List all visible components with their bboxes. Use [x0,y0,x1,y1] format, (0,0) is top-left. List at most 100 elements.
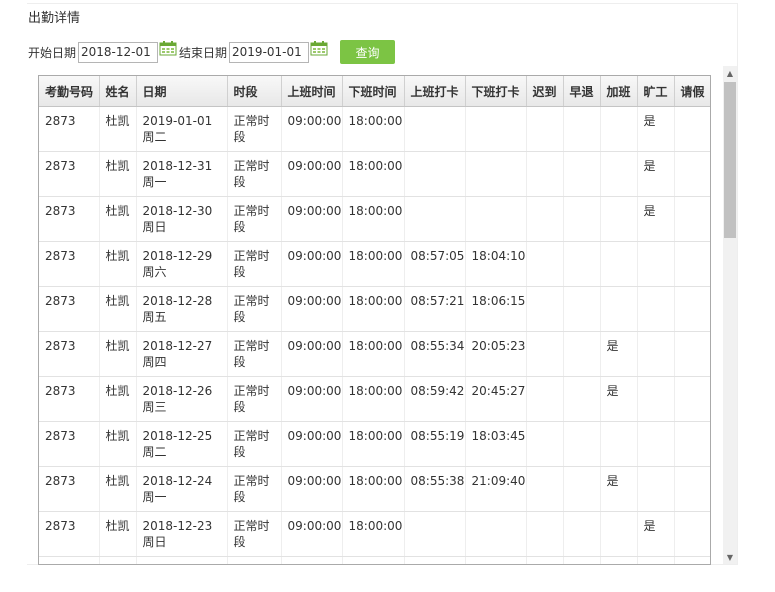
table-cell [404,511,466,557]
column-header: 上班打卡 [404,76,466,107]
column-header: 早退 [563,76,601,107]
table-cell [674,466,710,512]
table-row[interactable]: 2873 杜凯 2018-12-28 周五 正常时段 09:00:00 18:00:00 0… [39,286,710,332]
table-cell: 2873 [39,511,100,557]
scrollbar-thumb[interactable] [724,82,736,238]
table-cell [526,151,564,197]
table-cell: 2873 [39,196,100,242]
table-cell [526,331,564,377]
table-cell [526,376,564,422]
table-cell: 18:00:00 [342,196,405,242]
table-row[interactable]: 2873 杜凯 2018-12-27 周四 正常时段 09:00:00 18:00:00 0… [39,331,710,377]
table-cell: 18:00:00 [342,151,405,197]
table-row[interactable]: 2873 杜凯 2018-12-25 周二 正常时段 09:00:00 18:00:00 0… [39,421,710,467]
end-date-input[interactable] [229,41,310,63]
table-row[interactable]: 2873 杜凯 2018-12-31 周一 正常时段 09:00:00 18:00:00 是 [39,151,710,197]
table-cell: 2019-01-01 周二 [136,106,228,152]
table-cell: 是 [637,511,675,557]
scroll-down-arrow-icon[interactable]: ▼ [723,550,737,564]
table-cell [526,511,564,557]
table-cell: 正常时段 [227,331,282,377]
table-row[interactable]: 2873 杜凯 2018-12-23 周日 正常时段 09:00:00 18:00:00 是 [39,511,710,557]
table-cell [526,466,564,512]
table-header-row: 考勤号码 姓名 日期 时段 上班时间 下班时间 上班打卡 下班打卡 迟到 早退 加班 旷工 请假 [39,76,710,107]
table-cell: 08:57:05 [404,241,466,287]
table-cell: 08:55:19 [404,421,466,467]
table-cell [465,511,527,557]
calendar-icon[interactable] [159,40,177,56]
table-cell: 09:00:00 [404,556,466,564]
table-cell: 09:00:00 [281,511,343,557]
page-title: 出勤详情 [28,11,81,26]
table-cell: 2873 [39,331,100,377]
table-cell [600,241,638,287]
table-cell: 正常时段 [227,421,282,467]
table-cell [600,196,638,242]
table-cell: 是 [637,196,675,242]
table-cell [563,376,601,422]
table-cell: 2873 [39,241,100,287]
table-cell [674,286,710,332]
scroll-up-arrow-icon[interactable]: ▲ [723,66,737,80]
table-cell: 18:00:00 [342,421,405,467]
table-cell [600,421,638,467]
start-date-input[interactable] [78,41,159,63]
table-cell [600,106,638,152]
table-row[interactable]: 2873 杜凯 2018-12-29 周六 正常时段 09:00:00 18:00:00 0… [39,241,710,287]
attendance-table: 考勤号码 姓名 日期 时段 上班时间 下班时间 上班打卡 下班打卡 迟到 早退 加班 旷工 请假 287… [39,76,710,564]
table-cell [674,331,710,377]
table-cell [637,241,675,287]
column-header: 日期 [136,76,228,107]
table-cell [674,151,710,197]
table-cell [637,286,675,332]
table-row[interactable]: 2873 杜凯 2018-12-24 周一 正常时段 09:00:00 18:00:00 0… [39,466,710,512]
attendance-table-container: 考勤号码 姓名 日期 时段 上班时间 下班时间 上班打卡 下班打卡 迟到 早退 加班 旷工 请假 287… [38,75,711,565]
table-cell [563,286,601,332]
table-cell [526,421,564,467]
table-cell [674,511,710,557]
calendar-icon[interactable] [310,40,328,56]
query-button[interactable]: 查询 [340,40,396,64]
table-row[interactable]: 2873杜凯2018-12-22正常时段09:00:0018:00:0009:0… [39,556,710,564]
table-cell [563,106,601,152]
table-cell: 杜凯 [99,466,137,512]
table-cell [404,106,466,152]
table-cell: 2018-12-24 周一 [136,466,228,512]
column-header: 上班时间 [281,76,343,107]
table-cell: 2018-12-23 周日 [136,511,228,557]
table-cell: 09:00:00 [281,106,343,152]
table-cell: 是 [600,376,638,422]
table-row[interactable]: 2873 杜凯 2018-12-26 周三 正常时段 09:00:00 18:00:00 0… [39,376,710,422]
table-cell: 20:05:23 [465,331,527,377]
vertical-scrollbar[interactable]: ▲ ▼ [723,66,737,564]
table-cell: 09:00:00 [281,421,343,467]
table-cell [563,241,601,287]
table-body: 2873 杜凯 2019-01-01 周二 正常时段 09:00:00 18:00:00 是… [39,106,710,564]
column-header: 时段 [227,76,282,107]
start-date-label: 开始日期 [28,45,77,60]
table-cell: 杜凯 [99,241,137,287]
table-cell [637,421,675,467]
table-cell [600,511,638,557]
table-cell: 正常时段 [227,466,282,512]
table-cell: 09:00:00 [281,376,343,422]
table-cell [674,106,710,152]
table-cell: 正常时段 [227,106,282,152]
table-cell [465,106,527,152]
table-cell: 18:00:00 [342,331,405,377]
table-cell: 18:00:00 [342,466,405,512]
table-cell: 正常时段 [227,376,282,422]
table-row[interactable]: 2873 杜凯 2018-12-30 周日 正常时段 09:00:00 18:00:00 是 [39,196,710,242]
table-cell: 09:00:00 [281,556,343,564]
table-cell: 18:00:00 [342,241,405,287]
table-cell [563,466,601,512]
table-cell: 正常时段 [227,151,282,197]
table-cell: 是 [526,556,564,564]
table-cell: 杜凯 [99,331,137,377]
table-cell [674,556,710,564]
table-cell: 18:06:15 [465,286,527,332]
table-cell: 杜凯 [99,421,137,467]
table-row[interactable]: 2873 杜凯 2019-01-01 周二 正常时段 09:00:00 18:00:00 是 [39,106,710,152]
table-cell: 是 [637,106,675,152]
table-cell [637,556,675,564]
